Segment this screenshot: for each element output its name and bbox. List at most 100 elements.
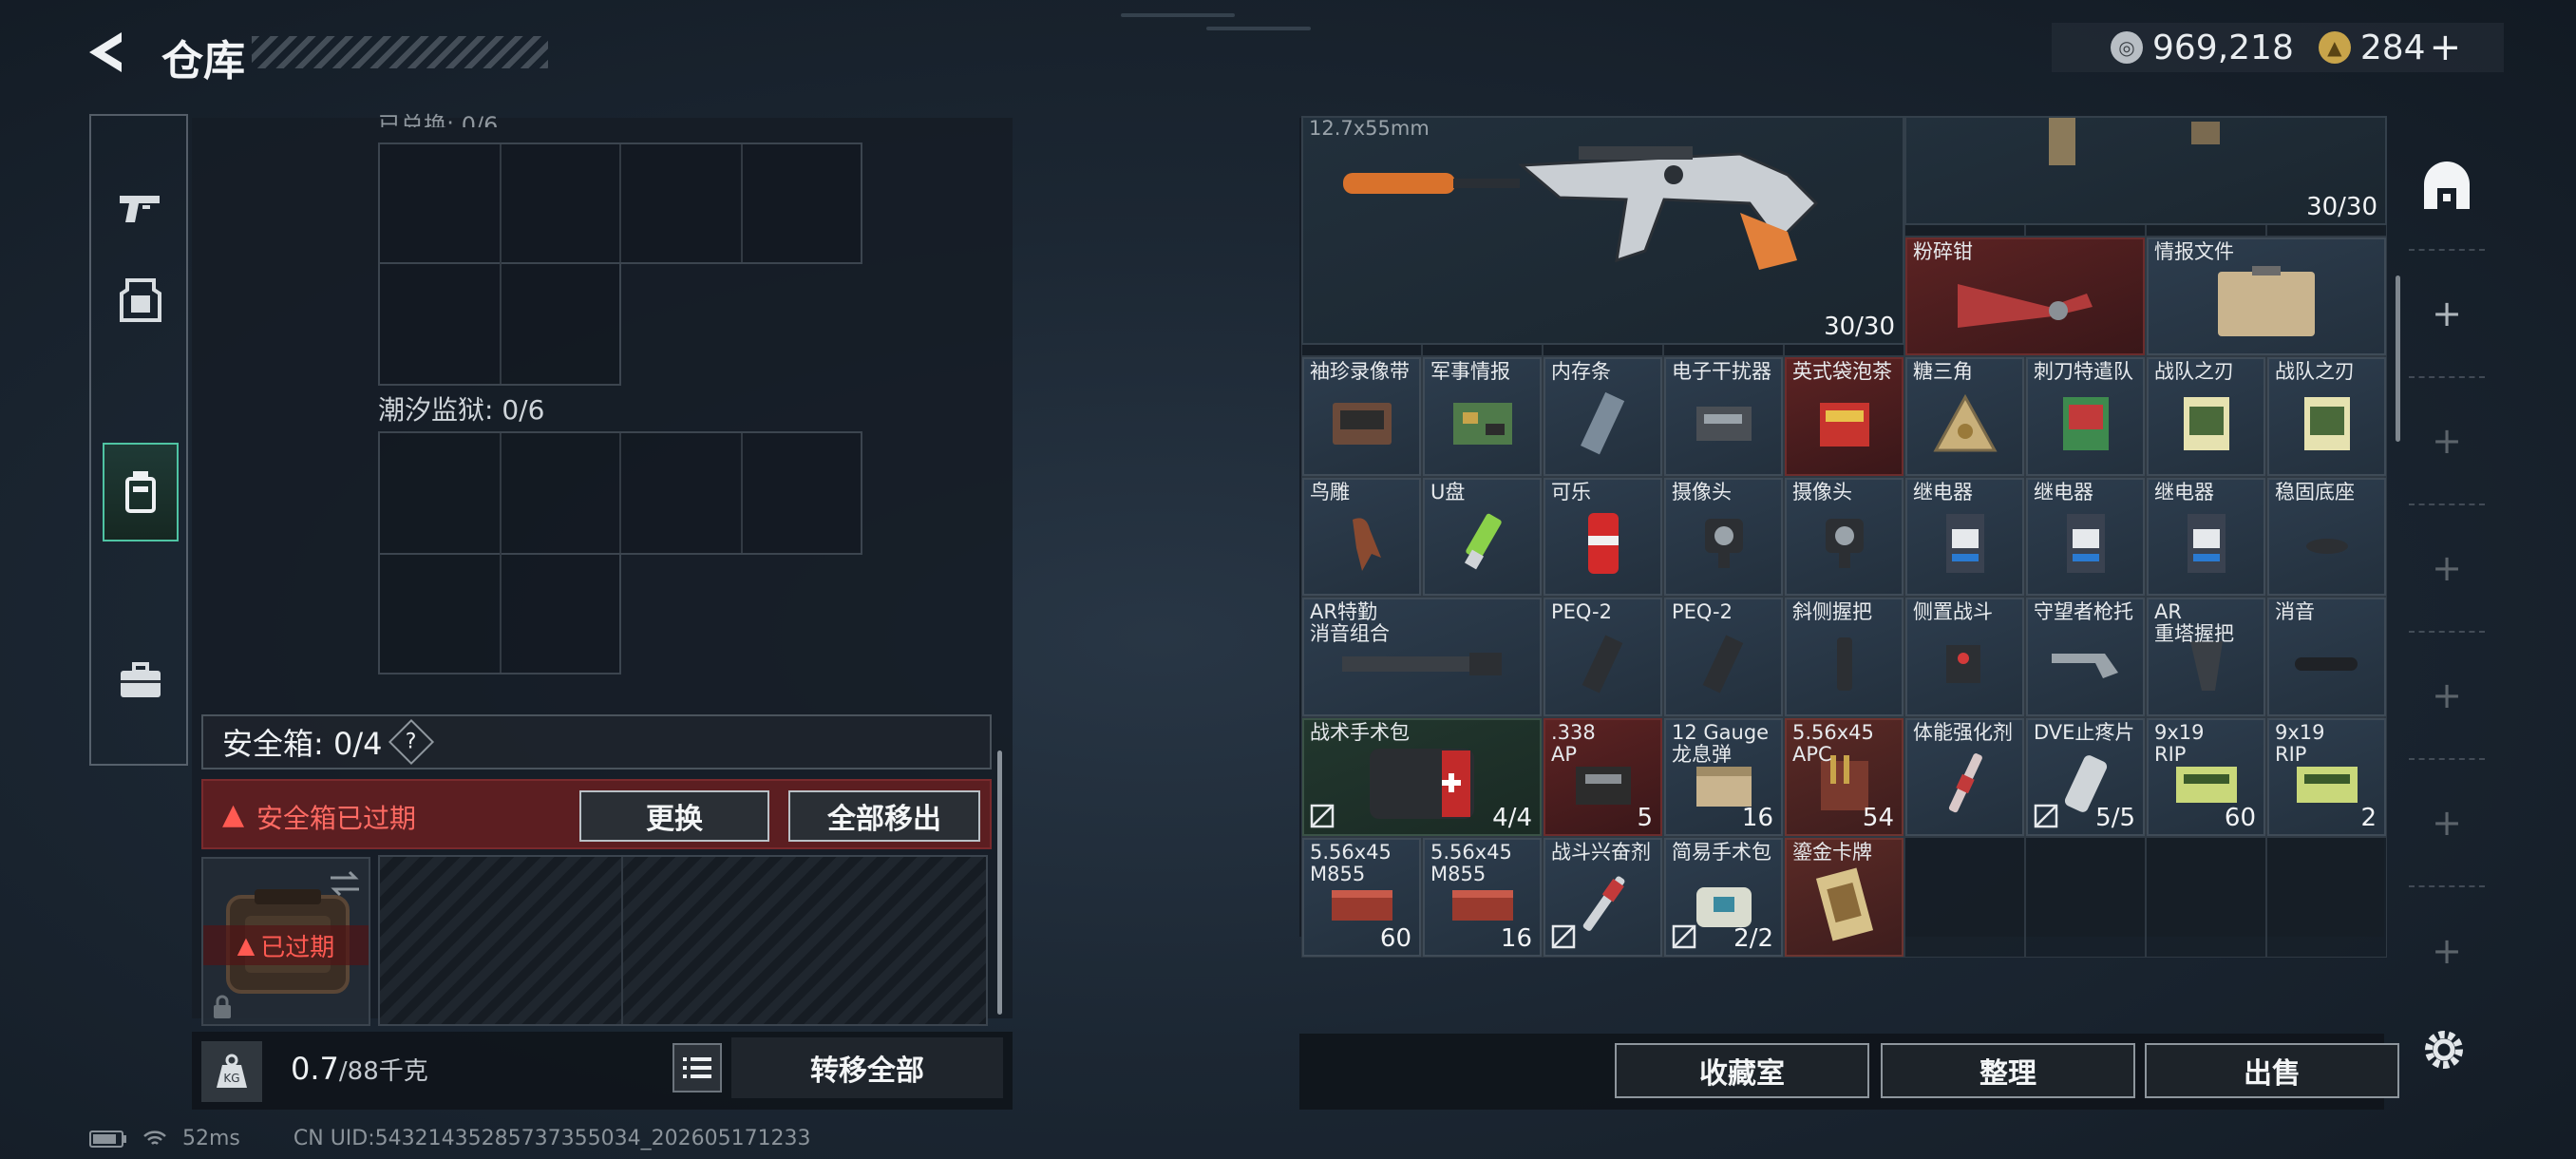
stash-item[interactable]: 战队之刃 [2147,357,2265,476]
item-name: 糖三角 [1913,360,1973,383]
stash-item[interactable]: 战队之刃 [2267,357,2386,476]
stash-item[interactable]: 糖三角 [1905,357,2024,476]
list-view-button[interactable] [672,1043,722,1092]
stash-tab-add[interactable]: + [2409,760,2485,887]
nav-toolbox[interactable] [103,631,179,730]
item-name: 军事情报 [1430,360,1510,383]
stash-item[interactable]: 守望者枪托 [2026,598,2145,716]
stash-item[interactable]: 9x19 RIP 60 [2147,717,2265,836]
item-name: .338 AP [1551,720,1596,766]
sell-button[interactable]: 出售 [2145,1043,2399,1098]
safebox-grid[interactable] [378,855,988,1026]
item-sprite [1700,631,1748,701]
nav-equipment[interactable] [103,251,179,350]
stash-item[interactable]: 斜侧握把 [1785,598,1904,716]
stash-cell[interactable] [1904,837,2025,958]
stash-item[interactable]: 战斗兴奋剂 [1544,838,1662,957]
stash-item[interactable]: 5.56x45 APC 54 [1785,717,1904,836]
stash-tab-add[interactable]: + [2409,633,2485,760]
no-drop-icon [1551,924,1576,949]
stash-item[interactable]: 军事情报 [1423,357,1542,476]
stash-item[interactable]: 体能强化剂 [1905,717,2024,836]
nav-containers[interactable] [103,443,179,542]
stash-item[interactable]: DVE止疼片 5/5 [2026,717,2145,836]
stash-item[interactable]: AR特勤 消音组合 [1302,598,1542,716]
stash-tab-main[interactable] [2409,124,2485,251]
stash-cell[interactable] [2266,837,2387,958]
stash-item[interactable]: 刺刀特遣队 [2026,357,2145,476]
stash-item[interactable]: 内存条 [1544,357,1662,476]
item-sprite [1570,757,1637,814]
item-sprite [2214,266,2319,344]
stash-scrollbar[interactable] [2396,276,2400,442]
stash-item[interactable]: 5.56x45 M855 60 [1302,838,1421,957]
stash-item[interactable]: 继电器 [1905,477,2024,596]
item-sprite [1334,510,1391,580]
stash-item[interactable]: 消音 [2267,598,2386,716]
item-sprite [1329,397,1395,454]
stash-item[interactable]: AR 重塔握把 [2147,598,2265,716]
bg-streak [1206,27,1311,30]
transfer-all-button[interactable]: 转移全部 [731,1037,1003,1098]
left-category-nav [89,114,188,766]
add-currency-button[interactable]: + [2430,26,2462,69]
stash-item[interactable]: 鸟雕 [1302,477,1421,596]
stash-item[interactable]: 袖珍录像带 [1302,357,1421,476]
item-count: 16 [1500,923,1532,953]
expired-overlay: ▲ 已过期 [203,925,369,965]
item-name: 继电器 [2034,480,2093,504]
stash-tab-add[interactable]: + [2409,505,2485,633]
container-label-partial: 已兑换: 0/6 [378,112,499,127]
rifle-item[interactable]: 12.7x55mm 30/30 [1301,116,1904,345]
stash-item[interactable]: 侧置战斗 [1905,598,2024,716]
collection-room-button[interactable]: 收藏室 [1615,1043,1869,1098]
stash-item[interactable]: 摄像头 [1664,477,1783,596]
organize-button[interactable]: 整理 [1881,1043,2135,1098]
nav-weapons[interactable] [103,160,179,258]
stash-item[interactable]: 稳固底座 [2267,477,2386,596]
stash-tab-add[interactable]: + [2409,251,2485,378]
stash-item[interactable]: 12 Gauge 龙息弹 16 [1664,717,1783,836]
item-sprite [1580,631,1627,701]
ping-text: 52ms [182,1127,240,1150]
item-sprite [2289,650,2365,682]
stash-item[interactable]: 英式袋泡茶 [1785,357,1904,476]
stash-item[interactable]: 继电器 [2026,477,2145,596]
stash-item[interactable]: 5.56x45 M855 16 [1423,838,1542,957]
help-icon[interactable]: ? [388,718,435,766]
stash-item[interactable]: 粉碎钳 [1905,237,2145,355]
left-scrollbar[interactable] [997,750,1002,1015]
back-arrow-icon[interactable] [84,28,141,76]
plus-icon: + [2432,802,2462,844]
item-name: 12 Gauge 龙息弹 [1672,720,1770,766]
settings-gear-icon[interactable] [2418,1024,2470,1075]
partial-item[interactable]: 30/30 [1904,116,2387,225]
safebox-slot[interactable]: ▲ 已过期 [201,857,370,1026]
item-sprite [1580,868,1627,944]
item-name: 9x19 RIP [2154,720,2205,766]
stash-item[interactable]: .338 AP 5 [1544,717,1662,836]
stash-item[interactable]: 鎏金卡牌 [1785,838,1904,957]
stash-item[interactable]: 情报文件 [2147,237,2386,355]
stash-item[interactable]: PEQ-2 [1664,598,1783,716]
stash-tab-add[interactable]: + [2409,378,2485,505]
stash-cell[interactable] [2146,837,2266,958]
stash-item[interactable]: 9x19 RIP 2 [2267,717,2386,836]
move-all-out-button[interactable]: 全部移出 [788,790,980,842]
stash-item[interactable]: 战术手术包 4/4 [1302,717,1542,836]
item-name: U盘 [1430,480,1466,504]
stash-cell[interactable] [2025,837,2146,958]
stash-item[interactable]: 继电器 [2147,477,2265,596]
stash-item[interactable]: 摄像头 [1785,477,1904,596]
stash-item[interactable]: 可乐 [1544,477,1662,596]
item-count: 2 [2360,804,2377,832]
stash-tab-add[interactable]: + [2409,887,2485,1015]
stash-item[interactable]: 电子干扰器 [1664,357,1783,476]
stash-item[interactable]: U盘 [1423,477,1542,596]
stash-item[interactable]: 简易手术包 2/2 [1664,838,1783,957]
plus-icon: + [2432,420,2462,462]
swap-button[interactable]: 更换 [579,790,769,842]
item-name: 内存条 [1551,360,1611,383]
stash-item[interactable]: PEQ-2 [1544,598,1662,716]
item-name: DVE止疼片 [2034,720,2135,744]
